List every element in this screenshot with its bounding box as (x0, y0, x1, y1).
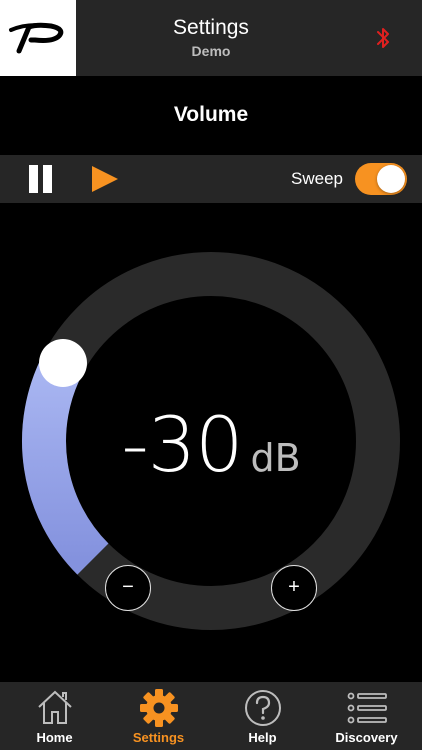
volume-value: -30 (121, 400, 243, 489)
home-icon (37, 690, 72, 724)
playback-controls: Sweep (0, 155, 422, 203)
help-icon (244, 690, 281, 726)
tab-home[interactable]: Home (2, 682, 107, 750)
tab-help-label: Help (248, 730, 277, 745)
tab-help[interactable]: Help (210, 682, 315, 750)
list-icon (347, 692, 387, 724)
play-icon (92, 166, 118, 192)
header-bar: Settings Demo (0, 0, 422, 76)
pause-button[interactable] (26, 165, 56, 193)
toggle-knob (377, 165, 405, 193)
tab-settings-label: Settings (132, 730, 185, 745)
gear-icon (139, 689, 178, 727)
tab-bar: Home Settings Help Discovery (0, 682, 422, 750)
volume-down-button[interactable]: − (105, 565, 151, 611)
page-title: Settings (173, 16, 249, 39)
tab-discovery[interactable]: Discovery (314, 682, 419, 750)
pause-icon (29, 165, 38, 193)
section-title: Volume (173, 103, 249, 126)
page-subtitle: Demo (191, 43, 231, 59)
play-button[interactable] (88, 164, 120, 194)
volume-readout: -30 dB (0, 400, 422, 489)
volume-up-button[interactable]: + (271, 565, 317, 611)
bluetooth-icon[interactable] (372, 26, 394, 50)
volume-unit: dB (250, 436, 301, 480)
tab-discovery-label: Discovery (335, 730, 398, 745)
volume-knob[interactable] (39, 338, 88, 387)
tab-home-label: Home (36, 730, 73, 745)
sweep-label: Sweep (291, 169, 343, 188)
sweep-toggle[interactable] (355, 163, 407, 195)
tab-settings[interactable]: Settings (106, 682, 211, 750)
